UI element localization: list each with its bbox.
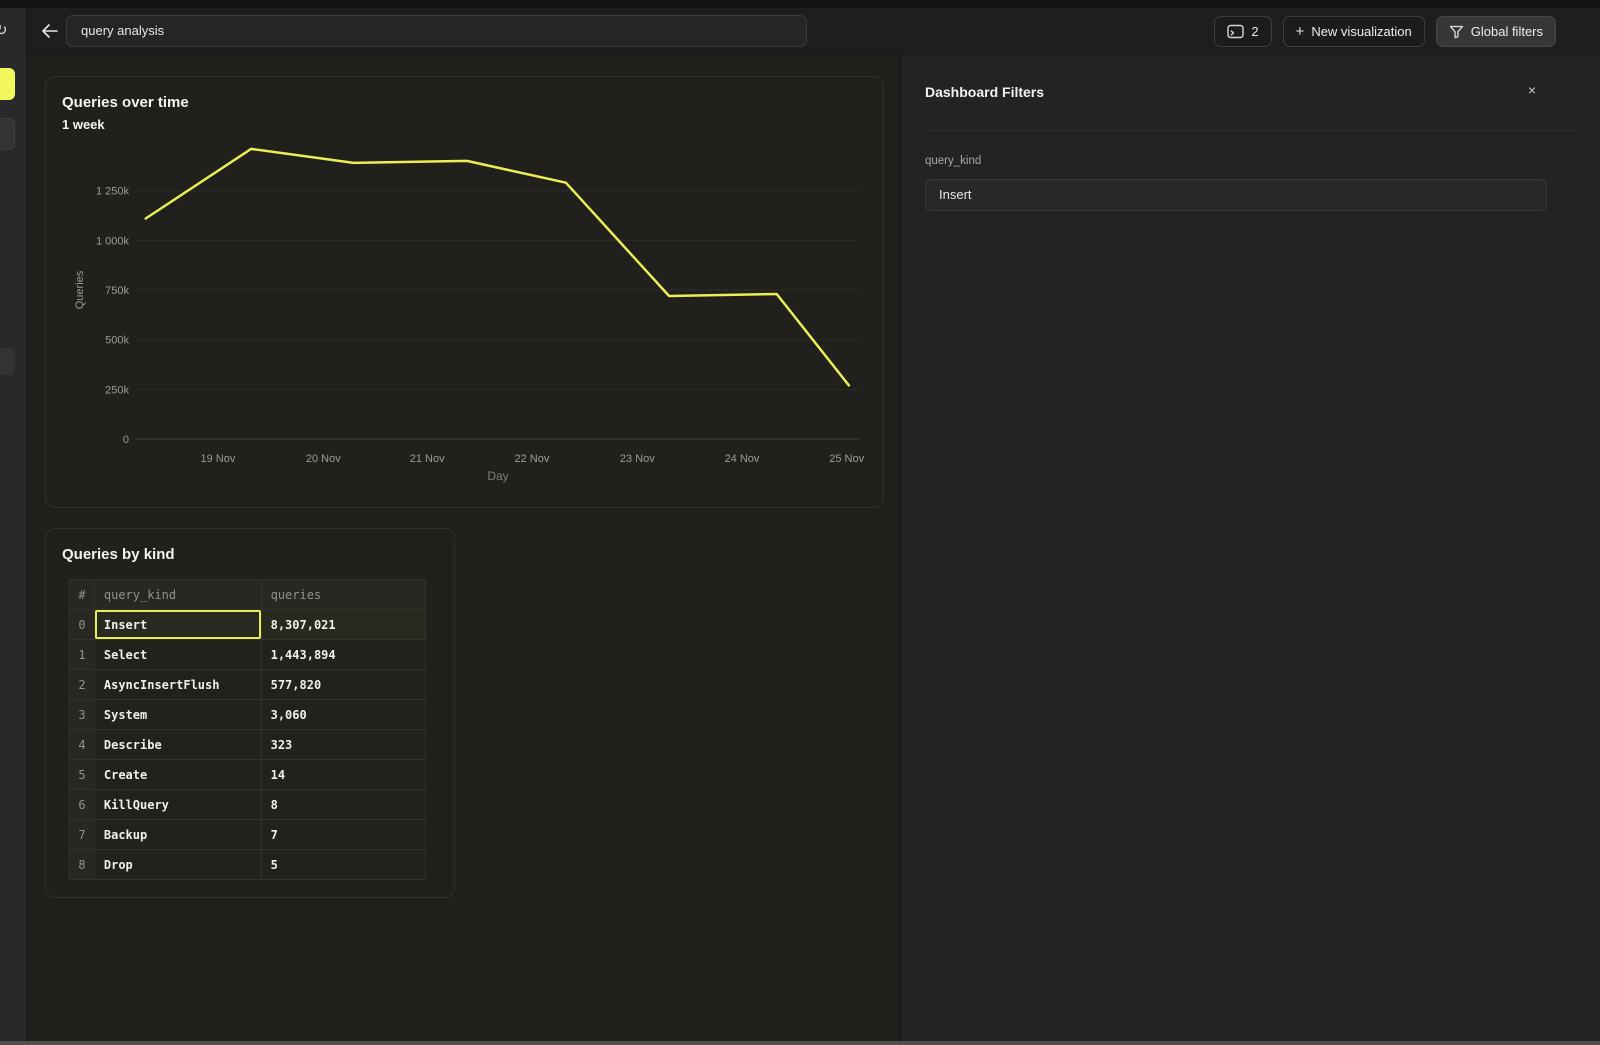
table-row: 6KillQuery8 — [70, 790, 426, 820]
filter-field-label: query_kind — [925, 155, 981, 167]
row-index-cell: 3 — [70, 700, 95, 730]
query-kind-cell[interactable]: AsyncInsertFlush — [94, 670, 261, 700]
sidebar-item[interactable] — [0, 118, 15, 150]
y-axis-tick-label: 750k — [105, 285, 129, 297]
table-row: 7Backup7 — [70, 820, 426, 850]
new-visualization-label: New visualization — [1311, 24, 1411, 39]
query-kind-cell[interactable]: Describe — [94, 730, 261, 760]
queries-count-cell[interactable]: 1,443,894 — [261, 640, 425, 670]
queries-series-line — [146, 149, 849, 386]
filters-panel-header: Dashboard Filters × — [925, 55, 1576, 131]
query-kind-cell[interactable]: KillQuery — [94, 790, 261, 820]
table-header-row: #query_kindqueries — [70, 580, 426, 610]
table-row: 5Create14 — [70, 760, 426, 790]
x-axis-title: Day — [487, 469, 508, 483]
close-icon[interactable]: × — [1528, 83, 1536, 97]
dashboard-topbar: query analysis 2 + New visualization Glo… — [27, 8, 1600, 55]
table-row: 1Select1,443,894 — [70, 640, 426, 670]
queries-by-kind-table: #query_kindqueries 0Insert8,307,0211Sele… — [69, 579, 426, 880]
queries-count-cell[interactable]: 8,307,021 — [261, 610, 425, 640]
y-axis-tick-label: 0 — [123, 434, 129, 446]
row-index-cell: 7 — [70, 820, 95, 850]
filters-panel-title: Dashboard Filters — [925, 84, 1044, 100]
row-index-cell: 4 — [70, 730, 95, 760]
query-kind-cell[interactable]: Insert — [94, 610, 261, 640]
table-col-header: # — [70, 580, 95, 610]
open-console-tabs-button[interactable]: 2 — [1214, 16, 1271, 47]
table-row: 4Describe323 — [70, 730, 426, 760]
queries-count-cell[interactable]: 3,060 — [261, 700, 425, 730]
y-axis-tick-label: 1 000k — [96, 235, 130, 247]
queries-count-cell[interactable]: 7 — [261, 820, 425, 850]
x-axis-tick-label: 19 Nov — [200, 453, 235, 465]
arrow-left-icon — [41, 24, 59, 38]
queries-line-chart[interactable]: 0 250k 500k 750k 1 000k 1 250k 19 Nov 20 Nov 21 … — [62, 133, 867, 483]
query-kind-filter-input[interactable]: Insert — [925, 179, 1547, 211]
query-kind-cell[interactable]: Backup — [94, 820, 261, 850]
chart-title: Queries over time — [62, 94, 189, 111]
topbar-actions: 2 + New visualization Global filters — [1214, 16, 1556, 47]
query-kind-cell[interactable]: Select — [94, 640, 261, 670]
plus-icon: + — [1296, 24, 1305, 39]
queries-count-cell[interactable]: 323 — [261, 730, 425, 760]
dashboard-filters-panel: Dashboard Filters × query_kind Insert — [898, 55, 1600, 1041]
console-icon — [1227, 24, 1244, 39]
new-visualization-button[interactable]: + New visualization — [1283, 16, 1425, 47]
dashboard-title-input[interactable]: query analysis — [66, 15, 807, 47]
table-title: Queries by kind — [62, 546, 175, 563]
y-axis-tick-label: 500k — [105, 335, 129, 347]
table-row: 2AsyncInsertFlush577,820 — [70, 670, 426, 700]
x-axis-tick-label: 20 Nov — [306, 453, 341, 465]
table-col-header: query_kind — [94, 580, 261, 610]
queries-count-cell[interactable]: 577,820 — [261, 670, 425, 700]
refresh-icon[interactable]: ↻ — [0, 21, 8, 39]
row-index-cell: 6 — [70, 790, 95, 820]
window-top-strip — [0, 0, 1600, 8]
dashboard-canvas: Queries over time 1 week 0 250k 500k 750k 1 … — [28, 55, 901, 1041]
row-index-cell: 2 — [70, 670, 95, 700]
sidebar-item[interactable] — [0, 348, 15, 375]
y-axis-title: Queries — [74, 270, 86, 309]
queries-count-cell[interactable]: 8 — [261, 790, 425, 820]
x-axis-tick-label: 22 Nov — [514, 453, 549, 465]
global-filters-button[interactable]: Global filters — [1436, 16, 1556, 47]
queries-count-cell[interactable]: 14 — [261, 760, 425, 790]
queries-count-cell[interactable]: 5 — [261, 850, 425, 880]
row-index-cell: 8 — [70, 850, 95, 880]
table-row: 0Insert8,307,021 — [70, 610, 426, 640]
app-window: query analysis 2 + New visualization Glo… — [0, 0, 1600, 1045]
window-bottom-edge — [0, 1041, 1600, 1045]
x-axis-tick-label: 23 Nov — [620, 453, 655, 465]
row-index-cell: 0 — [70, 610, 95, 640]
global-filters-label: Global filters — [1471, 24, 1543, 39]
row-index-cell: 5 — [70, 760, 95, 790]
query-kind-cell[interactable]: Create — [94, 760, 261, 790]
table-col-header: queries — [261, 580, 425, 610]
y-axis-tick-label: 250k — [105, 384, 129, 396]
chart-subtitle: 1 week — [62, 117, 105, 132]
y-axis-tick-label: 1 250k — [96, 186, 130, 198]
query-kind-cell[interactable]: System — [94, 700, 261, 730]
query-kind-cell[interactable]: Drop — [94, 850, 261, 880]
table-row: 8Drop5 — [70, 850, 426, 880]
left-sidebar: ↻ — [0, 8, 27, 1041]
console-tab-count: 2 — [1251, 24, 1258, 39]
table-row: 3System3,060 — [70, 700, 426, 730]
x-axis-tick-label: 21 Nov — [410, 453, 445, 465]
back-button[interactable] — [37, 23, 63, 41]
row-index-cell: 1 — [70, 640, 95, 670]
x-axis-tick-label: 24 Nov — [725, 453, 760, 465]
x-axis-tick-label: 25 Nov — [829, 453, 864, 465]
filter-funnel-icon — [1449, 25, 1464, 39]
queries-over-time-card: Queries over time 1 week 0 250k 500k 750k 1 … — [45, 76, 884, 508]
sidebar-item-active[interactable] — [0, 68, 15, 100]
queries-by-kind-card: Queries by kind #query_kindqueries 0Inse… — [45, 528, 455, 898]
